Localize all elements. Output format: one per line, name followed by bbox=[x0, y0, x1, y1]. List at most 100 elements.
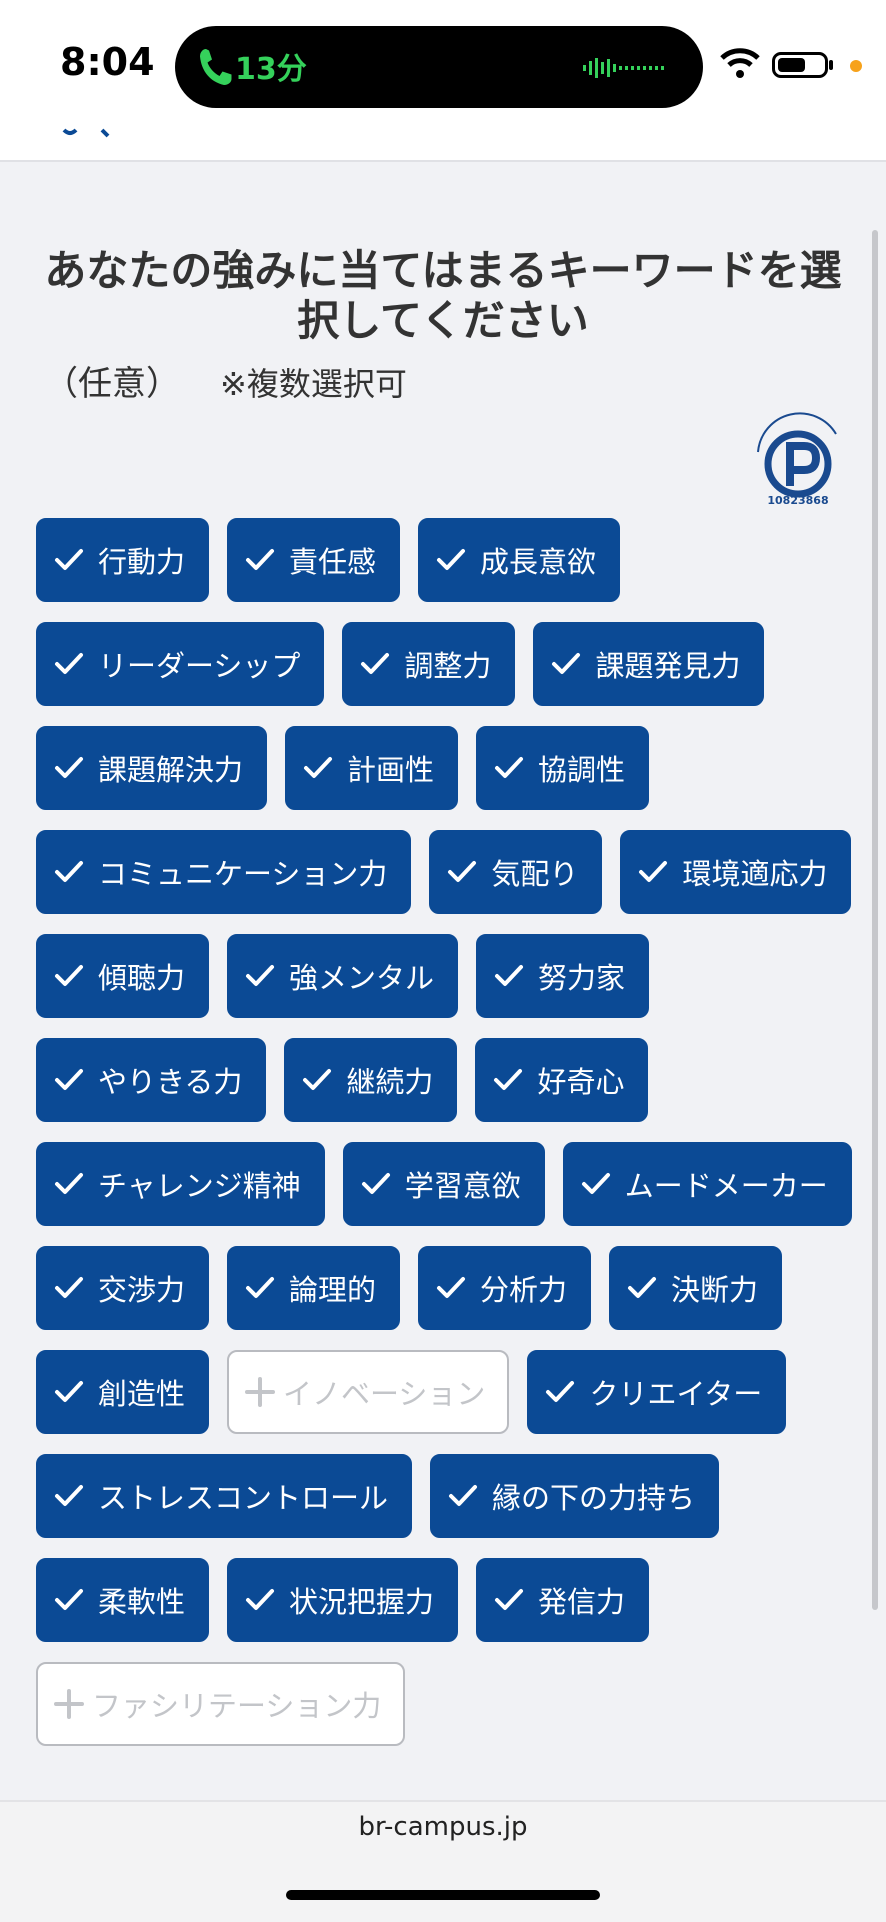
keyword-chip[interactable]: 傾聴力 bbox=[36, 934, 210, 1018]
privacy-mark-code: 10823868 bbox=[767, 494, 829, 507]
check-icon bbox=[361, 1173, 390, 1194]
keyword-chip[interactable]: 分析力 bbox=[418, 1246, 592, 1330]
keyword-chip[interactable]: ストレスコントロール bbox=[36, 1454, 413, 1538]
keyword-chip-label: リーダーシップ bbox=[98, 649, 301, 683]
keyword-chip[interactable]: 縁の下の力持ち bbox=[430, 1454, 720, 1538]
check-icon bbox=[246, 965, 275, 986]
keyword-chip-label: 継続力 bbox=[346, 1065, 434, 1099]
keyword-chip[interactable]: 課題解決力 bbox=[36, 726, 268, 810]
plus-icon bbox=[245, 1377, 276, 1407]
keyword-chip[interactable]: 環境適応力 bbox=[620, 830, 852, 914]
keyword-chip[interactable]: 創造性 bbox=[36, 1350, 210, 1434]
keyword-chip[interactable]: クリエイター bbox=[527, 1350, 787, 1434]
keyword-chip[interactable]: 決断力 bbox=[609, 1246, 783, 1330]
check-icon bbox=[55, 757, 83, 778]
keyword-chip-label: 成長意欲 bbox=[480, 545, 597, 579]
scrollbar[interactable] bbox=[872, 230, 878, 1610]
keyword-chip-label: チャレンジ精神 bbox=[98, 1169, 301, 1203]
keyword-chip-label: 学習意欲 bbox=[404, 1169, 521, 1203]
keyword-chip[interactable]: 論理的 bbox=[227, 1246, 401, 1330]
check-icon bbox=[448, 861, 477, 882]
check-icon bbox=[546, 1381, 575, 1402]
keyword-chip-label: 協調性 bbox=[538, 753, 626, 787]
keyword-chip-label: 創造性 bbox=[98, 1377, 186, 1411]
keyword-chip[interactable]: ファシリテーション力 bbox=[36, 1662, 406, 1746]
keyword-chip[interactable]: リーダーシップ bbox=[36, 622, 325, 706]
privacy-indicator-dot bbox=[850, 60, 862, 72]
home-indicator[interactable] bbox=[286, 1890, 600, 1900]
check-icon bbox=[55, 965, 83, 986]
keyword-chip[interactable]: イノベーション bbox=[227, 1350, 510, 1434]
check-icon bbox=[55, 861, 83, 882]
check-icon bbox=[361, 653, 390, 674]
site-logo-fragment[interactable] bbox=[62, 128, 122, 140]
optional-label: （任意） bbox=[44, 364, 180, 404]
check-icon bbox=[246, 1589, 275, 1610]
keyword-chip[interactable]: 状況把握力 bbox=[227, 1558, 459, 1642]
keyword-chip-label: 計画性 bbox=[347, 753, 435, 787]
check-icon bbox=[437, 549, 466, 570]
url-label[interactable]: br-campus.jp bbox=[0, 1812, 886, 1842]
keyword-chip[interactable]: 気配り bbox=[429, 830, 603, 914]
keyword-chip[interactable]: 発信力 bbox=[476, 1558, 650, 1642]
keyword-chip-label: ファシリテーション力 bbox=[92, 1689, 382, 1723]
keyword-chip[interactable]: 調整力 bbox=[342, 622, 516, 706]
keyword-chip-label: コミュニケーション力 bbox=[98, 857, 388, 891]
check-icon bbox=[639, 861, 668, 882]
keyword-chip-list: 行動力 責任感 成長意欲リーダーシップ 調整力 課題発見力課題解決力 計画性 協調性コミュニ… bbox=[36, 518, 856, 1746]
multi-select-note: ※複数選択可 bbox=[220, 365, 407, 403]
keyword-chip[interactable]: 努力家 bbox=[476, 934, 650, 1018]
audio-wave-icon bbox=[583, 58, 664, 78]
keyword-chip[interactable]: 成長意欲 bbox=[418, 518, 621, 602]
dynamic-island-call[interactable]: 13分 bbox=[175, 26, 703, 108]
check-icon bbox=[581, 1173, 610, 1194]
check-icon bbox=[246, 1277, 275, 1298]
site-header bbox=[0, 130, 886, 162]
check-icon bbox=[552, 653, 581, 674]
keyword-chip-label: 好奇心 bbox=[537, 1065, 625, 1099]
keyword-chip[interactable]: 交渉力 bbox=[36, 1246, 210, 1330]
check-icon bbox=[55, 549, 83, 570]
keyword-chip-label: 傾聴力 bbox=[98, 961, 186, 995]
subtitle: （任意） ※複数選択可 bbox=[44, 356, 407, 405]
keyword-chip-label: 課題発見力 bbox=[595, 649, 741, 683]
plus-icon bbox=[54, 1689, 84, 1719]
check-icon bbox=[449, 1485, 478, 1506]
keyword-chip-label: 気配り bbox=[491, 857, 579, 891]
check-icon bbox=[495, 965, 524, 986]
keyword-chip-label: 状況把握力 bbox=[289, 1585, 435, 1619]
keyword-chip[interactable]: 行動力 bbox=[36, 518, 210, 602]
keyword-chip[interactable]: チャレンジ精神 bbox=[36, 1142, 325, 1226]
check-icon bbox=[55, 1173, 83, 1194]
keyword-chip-label: ストレスコントロール bbox=[98, 1481, 389, 1515]
keyword-chip-label: 柔軟性 bbox=[98, 1585, 186, 1619]
keyword-chip-label: 分析力 bbox=[480, 1273, 568, 1307]
keyword-chip[interactable]: 協調性 bbox=[476, 726, 650, 810]
keyword-chip[interactable]: やりきる力 bbox=[36, 1038, 267, 1122]
keyword-chip[interactable]: 計画性 bbox=[285, 726, 459, 810]
keyword-chip-label: イノベーション bbox=[283, 1377, 486, 1411]
check-icon bbox=[303, 1069, 332, 1090]
keyword-chip-label: 努力家 bbox=[538, 961, 626, 995]
keyword-chip[interactable]: ムードメーカー bbox=[562, 1142, 852, 1226]
keyword-chip[interactable]: コミュニケーション力 bbox=[36, 830, 412, 914]
check-icon bbox=[246, 549, 275, 570]
keyword-chip[interactable]: 責任感 bbox=[227, 518, 401, 602]
keyword-chip[interactable]: 学習意欲 bbox=[342, 1142, 545, 1226]
keyword-chip-label: やりきる力 bbox=[98, 1065, 243, 1099]
keyword-chip[interactable]: 継続力 bbox=[284, 1038, 458, 1122]
keyword-chip-label: 強メンタル bbox=[289, 961, 435, 995]
page-title: あなたの強みに当てはまるキーワードを選択してください bbox=[44, 246, 842, 345]
keyword-chip[interactable]: 強メンタル bbox=[227, 934, 459, 1018]
check-icon bbox=[55, 1277, 83, 1298]
keyword-chip[interactable]: 好奇心 bbox=[475, 1038, 649, 1122]
keyword-chip-label: 課題解決力 bbox=[98, 753, 244, 787]
keyword-chip[interactable]: 柔軟性 bbox=[36, 1558, 210, 1642]
keyword-chip-label: 交渉力 bbox=[98, 1273, 186, 1307]
check-icon bbox=[495, 757, 524, 778]
status-time: 8:04 bbox=[60, 40, 155, 84]
keyword-chip[interactable]: 課題発見力 bbox=[533, 622, 765, 706]
keyword-chip-label: 発信力 bbox=[538, 1585, 626, 1619]
keyword-chip-label: クリエイター bbox=[589, 1377, 763, 1411]
keyword-chip-label: 責任感 bbox=[289, 545, 377, 579]
